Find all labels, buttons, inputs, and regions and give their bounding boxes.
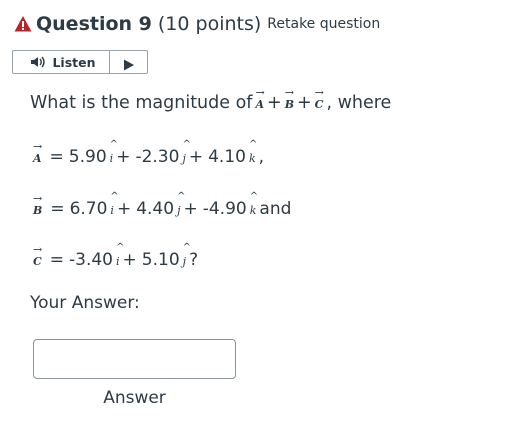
vector-arrow: → [255, 86, 265, 99]
b-i-coefficient: 6.70 [69, 199, 108, 219]
c-j-coefficient: 5.10 [141, 250, 180, 270]
vector-arrow: → [314, 86, 324, 99]
equals-sign: = [49, 147, 64, 167]
unit-i: ^ i [116, 242, 125, 269]
vector-arrow: → [284, 86, 294, 99]
b-j-coefficient: 4.40 [136, 199, 175, 219]
answer-label: Answer [103, 388, 166, 408]
plus-sign: + [183, 199, 198, 219]
question-title: Question 9 [36, 13, 152, 35]
equation-tail: , [258, 147, 265, 167]
equation-tail: ? [189, 250, 199, 270]
plus-sign: + [297, 93, 312, 113]
retake-question-link[interactable]: Retake question [267, 16, 380, 32]
plus-sign: + [122, 250, 137, 270]
unit-i: ^ i [110, 191, 119, 218]
unit-k: ^ k [248, 139, 258, 166]
equals-sign: = [49, 250, 65, 270]
play-icon [123, 56, 135, 71]
your-answer-heading: Your Answer: [30, 293, 140, 313]
plus-sign: + [267, 93, 282, 113]
equals-sign: = [50, 199, 65, 219]
plus-sign: + [116, 199, 132, 219]
warning-icon [14, 15, 32, 33]
question-points: (10 points) [157, 13, 262, 35]
vector-arrow: → [33, 192, 43, 205]
vector-arrow: → [33, 140, 43, 153]
equation-b: → B = 6.70 ^ i + 4.40 ^ j + -4.90 ^ k and [30, 191, 292, 220]
equation-a: → A = 5.90 ^ i + -2.30 ^ j + 4.10 ^ k , [30, 139, 265, 168]
unit-i: ^ i [109, 139, 119, 166]
a-k-coefficient: 4.10 [208, 147, 246, 167]
vector-c: → C [33, 243, 43, 268]
play-button[interactable] [110, 51, 147, 73]
question-header: Question 9 (10 points) Retake question [14, 10, 380, 38]
where-text: , where [326, 93, 392, 113]
vector-a: → A [255, 86, 265, 111]
listen-label: Listen [52, 54, 96, 70]
plus-sign: + [188, 147, 204, 167]
question-prompt: What is the magnitude of → A + → B + → C , … [30, 86, 392, 113]
equation-tail: and [259, 199, 292, 219]
prompt-text: What is the magnitude of [30, 93, 253, 113]
unit-j: ^ j [182, 139, 191, 166]
unit-j: ^ j [177, 191, 186, 218]
c-i-coefficient: -3.40 [69, 250, 114, 270]
listen-widget: Listen [12, 50, 148, 74]
listen-button[interactable]: Listen [13, 51, 110, 73]
equation-c: → C = -3.40 ^ i + 5.10 ^ j ? [30, 242, 199, 271]
vector-arrow: → [33, 243, 43, 256]
unit-k: ^ k [249, 191, 259, 218]
a-i-coefficient: 5.90 [68, 147, 107, 167]
vector-b: → B [33, 192, 43, 217]
plus-sign: + [116, 147, 131, 167]
unit-j: ^ j [182, 242, 192, 269]
vector-c: → C [314, 86, 324, 111]
vector-b: → B [284, 86, 294, 111]
speaker-icon [26, 55, 48, 69]
b-k-coefficient: -4.90 [202, 199, 247, 219]
a-j-coefficient: -2.30 [135, 147, 180, 167]
answer-input[interactable] [33, 339, 236, 379]
vector-a: → A [33, 140, 43, 165]
